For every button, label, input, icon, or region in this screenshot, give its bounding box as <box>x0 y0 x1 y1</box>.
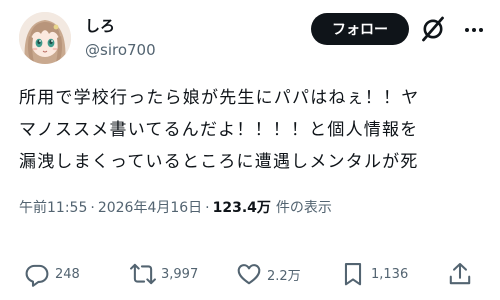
like-button[interactable]: 2.2万 <box>236 256 301 292</box>
views-count: 123.4万 <box>212 200 271 216</box>
like-count: 2.2万 <box>267 268 301 284</box>
post-time[interactable]: 午前11:55 <box>19 200 87 216</box>
post-card: しろ @siro700 フォロー 所用で学校行ったら娘が先生にパパはねぇ！！ヤ … <box>0 0 500 300</box>
reply-count: 248 <box>55 266 80 282</box>
bookmark-count: 1,136 <box>371 266 409 282</box>
repost-count: 3,997 <box>161 266 199 282</box>
post-text-line: 所用で学校行ったら娘が先生にパパはねぇ！！ヤ <box>19 88 420 108</box>
author-handle[interactable]: @siro700 <box>85 40 156 60</box>
repost-button[interactable]: 3,997 <box>130 256 198 292</box>
reply-icon <box>24 261 50 287</box>
avatar[interactable] <box>19 12 71 64</box>
bookmark-icon <box>340 261 366 287</box>
grok-icon[interactable] <box>420 15 446 43</box>
more-icon[interactable] <box>462 18 486 42</box>
meta-separator: · <box>90 200 95 216</box>
avatar-illustration <box>19 12 71 64</box>
bookmark-button[interactable]: 1,136 <box>340 256 408 292</box>
heart-icon <box>236 261 262 287</box>
reply-button[interactable]: 248 <box>24 256 80 292</box>
post-text-line: マノススメ書いてるんだよ！！！！と個人情報を <box>19 120 419 140</box>
action-bar: 248 3,997 2.2万 1,136 <box>0 256 500 292</box>
author-display-name[interactable]: しろ <box>85 16 115 36</box>
share-button[interactable] <box>447 256 473 292</box>
post-date[interactable]: 2026年4月16日 <box>98 200 202 216</box>
meta-separator: · <box>205 200 210 216</box>
follow-button[interactable]: フォロー <box>311 13 409 45</box>
repost-icon <box>130 261 156 287</box>
share-icon <box>447 261 473 287</box>
post-text: 所用で学校行ったら娘が先生にパパはねぇ！！ヤ マノススメ書いてるんだよ！！！！と… <box>19 82 489 178</box>
post-text-line: 漏洩しまくっているところに遭遇しメンタルが死 <box>19 152 419 172</box>
post-meta: 午前11:55 · 2026年4月16日 · 123.4万 件の表示 <box>19 198 332 218</box>
views-label: 件の表示 <box>275 200 332 216</box>
